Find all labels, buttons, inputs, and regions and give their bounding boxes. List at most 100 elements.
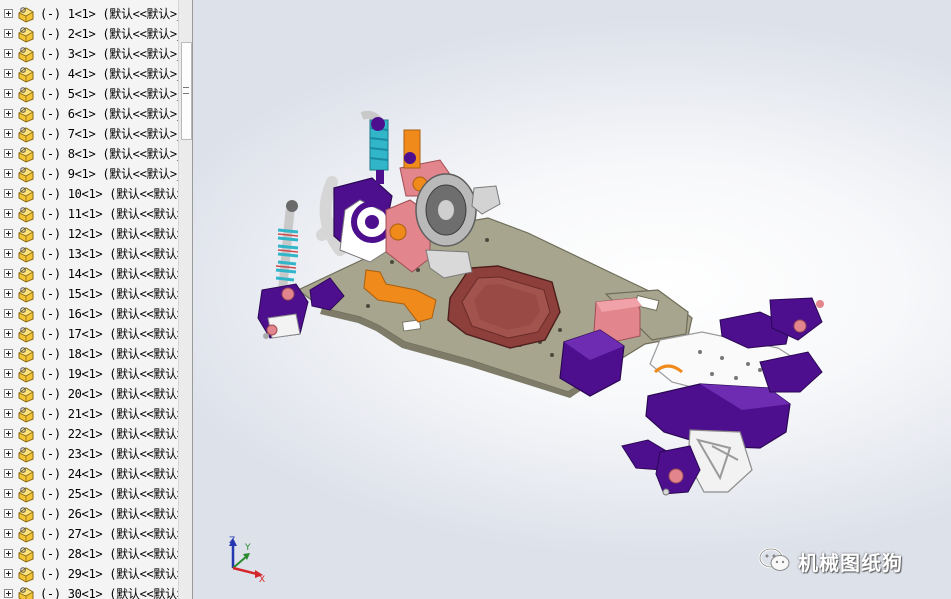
tree-item[interactable]: (-) 3<1> (默认<<默认>_ <box>0 44 184 64</box>
tree-item[interactable]: (-) 26<1> (默认<<默认> <box>0 504 184 524</box>
expand-icon[interactable] <box>4 289 13 298</box>
tree-item-label: (-) 8<1> (默认<<默认>_ <box>40 147 184 161</box>
expand-icon[interactable] <box>4 89 13 98</box>
expand-icon[interactable] <box>4 69 13 78</box>
tree-item[interactable]: (-) 6<1> (默认<<默认>_ <box>0 104 184 124</box>
tree-item[interactable]: (-) 19<1> (默认<<默认> <box>0 364 184 384</box>
tree-item[interactable]: (-) 23<1> (默认<<默认> <box>0 444 184 464</box>
expand-icon[interactable] <box>4 29 13 38</box>
tree-item[interactable]: (-) 18<1> (默认<<默认> <box>0 344 184 364</box>
tree-item-label: (-) 15<1> (默认<<默认> <box>40 287 184 301</box>
tree-item[interactable]: (-) 9<1> (默认<<默认>_ <box>0 164 184 184</box>
expand-icon[interactable] <box>4 129 13 138</box>
tree-item-label: (-) 27<1> (默认<<默认> <box>40 527 184 541</box>
tree-item[interactable]: (-) 12<1> (默认<<默认> <box>0 224 184 244</box>
expand-icon[interactable] <box>4 329 13 338</box>
expand-icon[interactable] <box>4 489 13 498</box>
expand-icon[interactable] <box>4 509 13 518</box>
expand-icon[interactable] <box>4 349 13 358</box>
tree-item[interactable]: (-) 27<1> (默认<<默认> <box>0 524 184 544</box>
coordinate-triad: Z Y X <box>229 536 265 584</box>
expand-icon[interactable] <box>4 209 13 218</box>
tree-item[interactable]: (-) 20<1> (默认<<默认> <box>0 384 184 404</box>
tree-item[interactable]: (-) 29<1> (默认<<默认> <box>0 564 184 584</box>
expand-icon[interactable] <box>4 569 13 578</box>
tree-item[interactable]: (-) 25<1> (默认<<默认> <box>0 484 184 504</box>
part-icon <box>17 565 35 583</box>
tree-item-label: (-) 10<1> (默认<<默认> <box>40 187 184 201</box>
expand-icon[interactable] <box>4 109 13 118</box>
tree-item[interactable]: (-) 15<1> (默认<<默认> <box>0 284 184 304</box>
y-axis-arrow <box>232 555 248 569</box>
tree-item[interactable]: (-) 2<1> (默认<<默认>_ <box>0 24 184 44</box>
expand-icon[interactable] <box>4 189 13 198</box>
tree-item[interactable]: (-) 8<1> (默认<<默认>_ <box>0 144 184 164</box>
tree-item[interactable]: (-) 21<1> (默认<<默认> <box>0 404 184 424</box>
expand-icon[interactable] <box>4 249 13 258</box>
part-icon <box>17 185 35 203</box>
expand-icon[interactable] <box>4 369 13 378</box>
tree-item-label: (-) 17<1> (默认<<默认> <box>40 327 184 341</box>
expand-icon[interactable] <box>4 269 13 278</box>
tree-item[interactable]: (-) 13<1> (默认<<默认> <box>0 244 184 264</box>
tree-item[interactable]: (-) 1<1> (默认<<默认>_ <box>0 4 184 24</box>
expand-icon[interactable] <box>4 49 13 58</box>
expand-icon[interactable] <box>4 549 13 558</box>
tree-item-label: (-) 20<1> (默认<<默认> <box>40 387 184 401</box>
expand-icon[interactable] <box>4 409 13 418</box>
tree-item-label: (-) 29<1> (默认<<默认> <box>40 567 184 581</box>
tree-item-label: (-) 18<1> (默认<<默认> <box>40 347 184 361</box>
part-icon <box>17 285 35 303</box>
feature-manager-tree[interactable]: (-) 1<1> (默认<<默认>_ (-) 2<1> (默认<<默认>_ (-) … <box>0 0 193 599</box>
x-axis-label: X <box>259 575 265 584</box>
tree-item[interactable]: (-) 7<1> (默认<<默认>_ <box>0 124 184 144</box>
tree-item-label: (-) 23<1> (默认<<默认> <box>40 447 184 461</box>
expand-icon[interactable] <box>4 169 13 178</box>
tree-item-label: (-) 28<1> (默认<<默认> <box>40 547 184 561</box>
expand-icon[interactable] <box>4 429 13 438</box>
expand-icon[interactable] <box>4 9 13 18</box>
part-icon <box>17 105 35 123</box>
tree-item-label: (-) 9<1> (默认<<默认>_ <box>40 167 184 181</box>
tree-item[interactable]: (-) 10<1> (默认<<默认> <box>0 184 184 204</box>
tree-item-label: (-) 14<1> (默认<<默认> <box>40 267 184 281</box>
tree-item[interactable]: (-) 16<1> (默认<<默认> <box>0 304 184 324</box>
part-icon <box>17 25 35 43</box>
scrollbar-grip-icon <box>183 87 189 94</box>
expand-icon[interactable] <box>4 469 13 478</box>
tree-scrollbar[interactable] <box>178 0 192 599</box>
tree-item-label: (-) 26<1> (默认<<默认> <box>40 507 184 521</box>
part-icon <box>17 205 35 223</box>
expand-icon[interactable] <box>4 229 13 238</box>
tree-item[interactable]: (-) 22<1> (默认<<默认> <box>0 424 184 444</box>
tree-item-label: (-) 3<1> (默认<<默认>_ <box>40 47 184 61</box>
expand-icon[interactable] <box>4 589 13 598</box>
tree-item[interactable]: (-) 4<1> (默认<<默认>_ <box>0 64 184 84</box>
part-icon <box>17 325 35 343</box>
tree-item[interactable]: (-) 24<1> (默认<<默认> <box>0 464 184 484</box>
part-icon <box>17 485 35 503</box>
rear-suspension-arm <box>621 429 753 496</box>
part-icon <box>17 545 35 563</box>
tree-item[interactable]: (-) 30<1> (默认<<默认> <box>0 584 184 599</box>
expand-icon[interactable] <box>4 149 13 158</box>
part-icon <box>17 145 35 163</box>
tree-item[interactable]: (-) 14<1> (默认<<默认> <box>0 264 184 284</box>
graphics-viewport[interactable]: Z Y X 机械图纸狗 <box>193 0 951 599</box>
tree-item[interactable]: (-) 5<1> (默认<<默认>_ <box>0 84 184 104</box>
expand-icon[interactable] <box>4 449 13 458</box>
tree-item-label: (-) 21<1> (默认<<默认> <box>40 407 184 421</box>
tree-item[interactable]: (-) 11<1> (默认<<默认> <box>0 204 184 224</box>
expand-icon[interactable] <box>4 309 13 318</box>
tree-item-label: (-) 25<1> (默认<<默认> <box>40 487 184 501</box>
wechat-icon <box>758 547 790 571</box>
tree-item-label: (-) 2<1> (默认<<默认>_ <box>40 27 184 41</box>
part-icon <box>17 345 35 363</box>
tree-item[interactable]: (-) 17<1> (默认<<默认> <box>0 324 184 344</box>
tree-item-label: (-) 24<1> (默认<<默认> <box>40 467 184 481</box>
tree-item[interactable]: (-) 28<1> (默认<<默认> <box>0 544 184 564</box>
expand-icon[interactable] <box>4 389 13 398</box>
part-icon <box>17 445 35 463</box>
expand-icon[interactable] <box>4 529 13 538</box>
part-icon <box>17 365 35 383</box>
